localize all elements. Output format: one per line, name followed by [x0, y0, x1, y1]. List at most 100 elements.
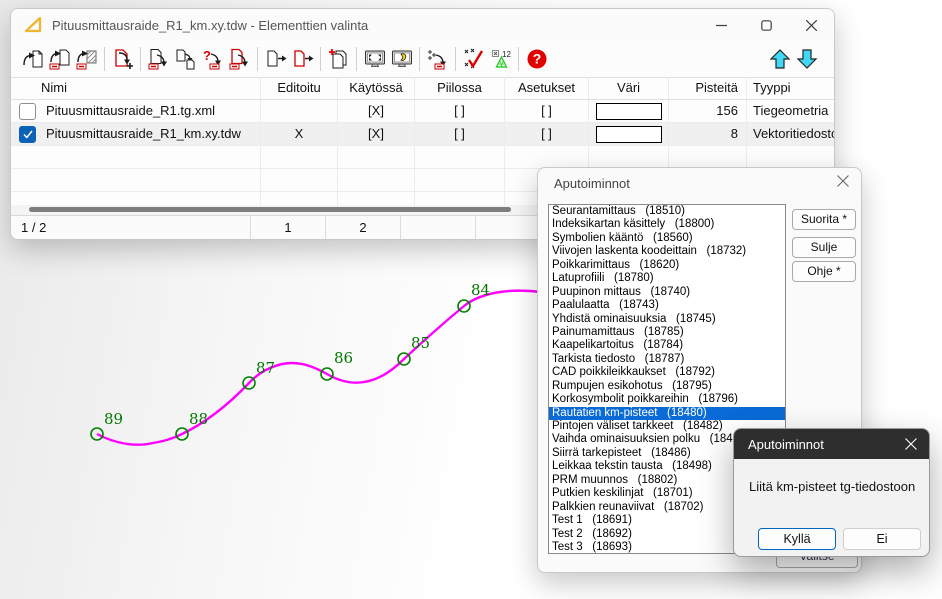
fit-view-button[interactable] [361, 46, 388, 73]
table-empty-row [11, 146, 835, 169]
dialog-title: Aputoiminnot [554, 176, 630, 191]
toolbar-separator [140, 47, 141, 71]
helper-list-item[interactable]: Rautatien km-pisteet (18480) [549, 407, 785, 420]
triangle-numbering-button[interactable]: 12 [487, 46, 514, 73]
check-icon [23, 130, 33, 139]
toolbar-separator [320, 47, 321, 71]
helper-list-item[interactable]: Indeksikartan käsittely (18800) [549, 218, 785, 231]
cell-asetukset[interactable]: [ ] [505, 123, 589, 145]
helper-list-item[interactable]: Paalulaatta (18743) [549, 299, 785, 312]
color-swatch[interactable] [596, 103, 662, 120]
maximize-button[interactable] [744, 9, 789, 41]
column-header-asetukset[interactable]: Asetukset [505, 77, 589, 99]
helper-list-item[interactable]: Symbolien kääntö (18560) [549, 232, 785, 245]
column-header-nimi[interactable]: Nimi [11, 77, 261, 99]
kylla-button[interactable]: Kyllä [758, 528, 836, 550]
column-header-tyyppi[interactable]: Tyyppi [747, 77, 835, 99]
maximize-icon [761, 20, 772, 31]
helper-list-item[interactable]: Seurantamittaus (18510) [549, 205, 785, 218]
helper-list-item[interactable]: Tarkista tiedosto (18787) [549, 353, 785, 366]
helper-list-item[interactable]: CAD poikkileikkaukset (18792) [549, 366, 785, 379]
dialog-title: Aputoiminnot [748, 437, 824, 452]
write-red-file-icon [291, 47, 315, 71]
ei-button[interactable]: Ei [843, 528, 921, 550]
table-row[interactable]: Pituusmittausraide_R1_km.xy.tdw X [X] [ … [11, 123, 835, 146]
save-query-button[interactable]: ? [199, 46, 226, 73]
confirm-message: Liitä km-pisteet tg-tiedostoon [749, 479, 915, 494]
close-button[interactable] [789, 9, 834, 41]
helper-list-item[interactable]: Korkosymbolit poikkareihin (18796) [549, 393, 785, 406]
save-query-icon: ? [201, 47, 225, 71]
read-file-format-icon [48, 47, 72, 71]
write-file-button[interactable] [262, 46, 289, 73]
close-button[interactable] [837, 175, 849, 187]
cell-editoitu: X [261, 123, 338, 145]
ohje-button[interactable]: Ohje * [792, 261, 856, 282]
toolbar-separator [419, 47, 420, 71]
write-red-file-button[interactable] [289, 46, 316, 73]
helper-list-item[interactable]: Kaapelikartoitus (18784) [549, 339, 785, 352]
read-file-icon [21, 47, 45, 71]
triangle-numbering-icon: 12 [489, 47, 513, 71]
column-header-editoitu[interactable]: Editoitu [261, 77, 338, 99]
save-red-file-icon [228, 47, 252, 71]
helper-list-item[interactable]: Viivojen laskenta koodeittain (18732) [549, 245, 785, 258]
scrollbar-thumb[interactable] [29, 207, 511, 212]
app-logo-triangle-icon [23, 15, 43, 35]
cell-asetukset[interactable]: [ ] [505, 100, 589, 122]
save-file-button[interactable] [145, 46, 172, 73]
close-button[interactable] [905, 438, 917, 450]
down-arrow-icon [795, 47, 819, 71]
read-file-button[interactable] [19, 46, 46, 73]
help-button[interactable]: ? [523, 46, 550, 73]
file-name: Pituusmittausraide_R1_km.xy.tdw [46, 123, 241, 145]
cell-tyyppi: Tiegeometria [747, 100, 835, 122]
write-file-icon [264, 47, 288, 71]
helper-list-item[interactable]: Puupinon mittaus (18740) [549, 286, 785, 299]
move-up-button[interactable] [766, 46, 793, 73]
cell-kaytossa[interactable]: [X] [338, 123, 415, 145]
read-file-format-button[interactable] [46, 46, 73, 73]
column-header-pisteita[interactable]: Pisteitä [669, 77, 747, 99]
helper-list-item[interactable]: Painumamittaus (18785) [549, 326, 785, 339]
column-header-piilossa[interactable]: Piilossa [415, 77, 505, 99]
check-points-button[interactable] [460, 46, 487, 73]
status-file-count: 1 / 2 [11, 216, 251, 239]
read-multiple-button[interactable] [73, 46, 100, 73]
save-red-file-button[interactable] [226, 46, 253, 73]
new-copy-button[interactable] [325, 46, 352, 73]
cell-piilossa[interactable]: [ ] [415, 100, 505, 122]
minimize-button[interactable] [699, 9, 744, 41]
helper-list-item[interactable]: Rumpujen esikohotus (18795) [549, 380, 785, 393]
read-multiple-icon [75, 47, 99, 71]
cell-pisteita: 8 [669, 123, 747, 145]
row-checkbox[interactable] [19, 103, 36, 120]
color-swatch[interactable] [596, 126, 662, 143]
km-points-layer: 898887868584 [91, 281, 490, 440]
titlebar[interactable]: Pituusmittausraide_R1_km.xy.tdw - Elemen… [11, 9, 834, 41]
table-row[interactable]: Pituusmittausraide_R1.tg.xml [X] [ ] [ ]… [11, 100, 835, 123]
status-cell-1: 1 [251, 216, 326, 239]
move-down-button[interactable] [793, 46, 820, 73]
confirm-titlebar[interactable]: Aputoiminnot [734, 429, 929, 459]
redraw-view-button[interactable] [388, 46, 415, 73]
toolbar-separator [257, 47, 258, 71]
column-header-kaytossa[interactable]: Käytössä [338, 77, 415, 99]
km-point-label: 86 [334, 349, 353, 367]
cell-piilossa[interactable]: [ ] [415, 123, 505, 145]
save-as-file-button[interactable] [172, 46, 199, 73]
suorita-button[interactable]: Suorita * [792, 209, 856, 230]
points-to-file-button[interactable] [424, 46, 451, 73]
add-file-button[interactable] [109, 46, 136, 73]
helper-list-item[interactable]: Yhdistä ominaisuuksia (18745) [549, 313, 785, 326]
column-header-vari[interactable]: Väri [589, 77, 669, 99]
helper-list-item[interactable]: Poikkarimittaus (18620) [549, 259, 785, 272]
sulje-button[interactable]: Sulje [792, 237, 856, 258]
km-point-label: 89 [104, 410, 123, 428]
helper-list-item[interactable]: Latuprofiili (18780) [549, 272, 785, 285]
cell-kaytossa[interactable]: [X] [338, 100, 415, 122]
km-point-label: 87 [256, 359, 275, 377]
row-checkbox-checked[interactable] [19, 126, 36, 143]
km-point-label: 85 [411, 334, 430, 352]
close-icon [806, 20, 817, 31]
